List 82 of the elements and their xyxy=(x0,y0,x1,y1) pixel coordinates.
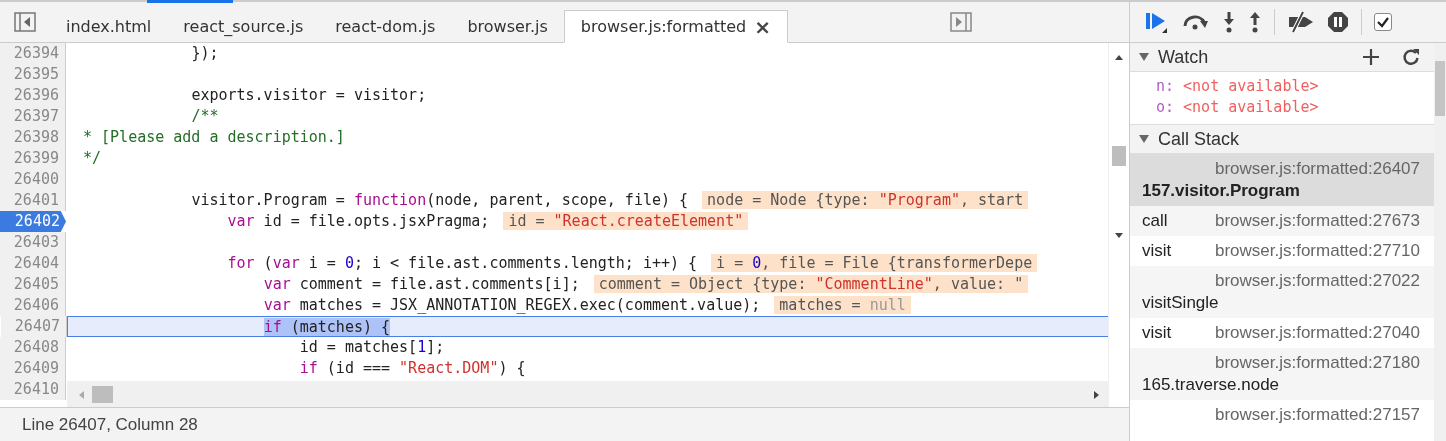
inline-value: comment = Object {type: "CommentLine", value: " xyxy=(593,275,1029,293)
inline-value: node = Node {type: "Program", start xyxy=(702,191,1029,209)
vertical-scrollbar[interactable] xyxy=(1108,43,1129,381)
line-number[interactable]: 26397 xyxy=(0,106,66,127)
step-into-icon[interactable] xyxy=(1222,11,1236,33)
function-name: call xyxy=(1142,210,1168,232)
editor-tab[interactable]: index.html xyxy=(50,10,168,43)
code-line: /** xyxy=(190,107,219,125)
watch-value: <not available> xyxy=(1183,98,1319,116)
call-stack-frame[interactable]: browser.js:formatted:27180 165.traverse.node xyxy=(1130,348,1434,400)
vertical-scrollbar[interactable] xyxy=(1434,43,1446,441)
code-line: visitor.Program = function(node, parent, scope, file) { xyxy=(190,191,689,209)
line-number[interactable]: 26404 xyxy=(0,253,66,274)
call-stack-frame[interactable]: browser.js:formatted:26407 157.visitor.Program xyxy=(1130,154,1434,206)
line-number[interactable]: 26400 xyxy=(0,169,66,190)
line-number[interactable]: 26405 xyxy=(0,274,66,295)
frame-location[interactable]: browser.js:formatted:27710 xyxy=(1214,240,1420,262)
editor-tab[interactable]: browser.js:formatted × xyxy=(563,10,789,43)
line-number[interactable]: 26408 xyxy=(0,337,66,358)
step-out-icon[interactable] xyxy=(1248,11,1262,33)
pause-on-exceptions-icon[interactable] xyxy=(1327,11,1349,33)
line-number[interactable]: 26406 xyxy=(0,295,66,316)
checkbox[interactable] xyxy=(1374,13,1392,31)
function-name: 165.traverse.node xyxy=(1142,374,1281,396)
editor-tab[interactable]: browser.js xyxy=(451,10,564,43)
code-line: */ xyxy=(83,149,102,167)
code-line: if (id === "React.DOM") { xyxy=(298,359,526,377)
frame-location[interactable]: browser.js:formatted:27040 xyxy=(1214,322,1420,344)
watch-name: o: xyxy=(1156,98,1175,116)
line-number[interactable]: 26398 xyxy=(0,127,66,148)
code-line: * [Please add a description.] xyxy=(83,128,345,146)
expand-triangle-icon[interactable] xyxy=(1138,134,1150,144)
code-line: var comment = file.ast.comments[i]; xyxy=(262,275,580,293)
frame-location[interactable]: browser.js:formatted:27022 xyxy=(1214,270,1420,292)
code-line: id = matches[1]; xyxy=(298,338,445,356)
inline-value: matches = null xyxy=(774,296,911,314)
code-line: var id = file.opts.jsxPragma; xyxy=(226,212,490,230)
frame-location[interactable]: browser.js:formatted:27180 xyxy=(1214,352,1420,374)
add-icon[interactable] xyxy=(1362,48,1380,66)
line-number[interactable]: 26407 xyxy=(1,316,67,337)
refresh-icon[interactable] xyxy=(1402,48,1420,66)
line-number[interactable]: 26399 xyxy=(0,148,66,169)
close-icon[interactable]: × xyxy=(754,14,772,39)
function-name: visitSingle xyxy=(1142,292,1220,314)
function-name: 157.visitor.Program xyxy=(1142,180,1301,202)
frame-location[interactable]: browser.js:formatted:26407 xyxy=(1214,158,1420,180)
line-number[interactable]: 26395 xyxy=(0,64,66,85)
deactivate-breakpoints-icon[interactable] xyxy=(1287,11,1315,33)
line-number[interactable]: 26401 xyxy=(0,190,66,211)
code-line: exports.visitor = visitor; xyxy=(190,86,427,104)
line-number[interactable]: 26403 xyxy=(0,232,66,253)
code-line: var matches = JSX_ANNOTATION_REGEX.exec(comment.value); xyxy=(262,296,761,314)
step-over-icon[interactable] xyxy=(1182,12,1210,32)
code-line: if (matches) { xyxy=(262,318,391,336)
horizontal-scrollbar[interactable] xyxy=(67,381,1109,407)
cursor-position: Line 26407, Column 28 xyxy=(22,414,198,435)
watch-value: <not available> xyxy=(1183,77,1319,95)
inline-value: id = "React.createElement" xyxy=(503,212,749,230)
call-stack-frame[interactable]: visit browser.js:formatted:27040 xyxy=(1130,318,1434,348)
frame-location[interactable]: browser.js:formatted:27157 xyxy=(1214,404,1420,426)
editor-tab[interactable]: react-dom.js xyxy=(319,10,452,43)
line-number[interactable]: 26394 xyxy=(0,43,66,64)
function-name: visit xyxy=(1142,240,1172,262)
line-number[interactable]: 26396 xyxy=(0,85,66,106)
code-line: for (var i = 0; i < file.ast.comments.length; i++) { xyxy=(226,254,698,272)
call-stack-frame[interactable]: browser.js:formatted:27157 xyxy=(1130,400,1434,430)
watch-name: n: xyxy=(1156,77,1175,95)
sidebar-toggle-icon[interactable] xyxy=(14,12,36,32)
line-number[interactable]: 26409 xyxy=(0,358,66,379)
frame-location[interactable]: browser.js:formatted:27673 xyxy=(1214,210,1420,232)
code-line: }); xyxy=(190,44,219,62)
section-title[interactable]: Watch xyxy=(1158,46,1209,68)
line-number[interactable]: 26410 xyxy=(0,379,66,400)
inline-value: i = 0, file = File {transformerDepe xyxy=(711,254,1038,272)
call-stack-frame[interactable]: call browser.js:formatted:27673 xyxy=(1130,206,1434,236)
function-name: visit xyxy=(1142,322,1172,344)
resume-icon[interactable] xyxy=(1144,10,1170,34)
call-stack-frame[interactable]: browser.js:formatted:27022 visitSingle xyxy=(1130,266,1434,318)
editor-tab[interactable]: react_source.js xyxy=(167,10,320,43)
line-number[interactable]: 26402 xyxy=(0,211,66,232)
call-stack-frame[interactable]: visit browser.js:formatted:27710 xyxy=(1130,236,1434,266)
expand-triangle-icon[interactable] xyxy=(1138,52,1150,62)
